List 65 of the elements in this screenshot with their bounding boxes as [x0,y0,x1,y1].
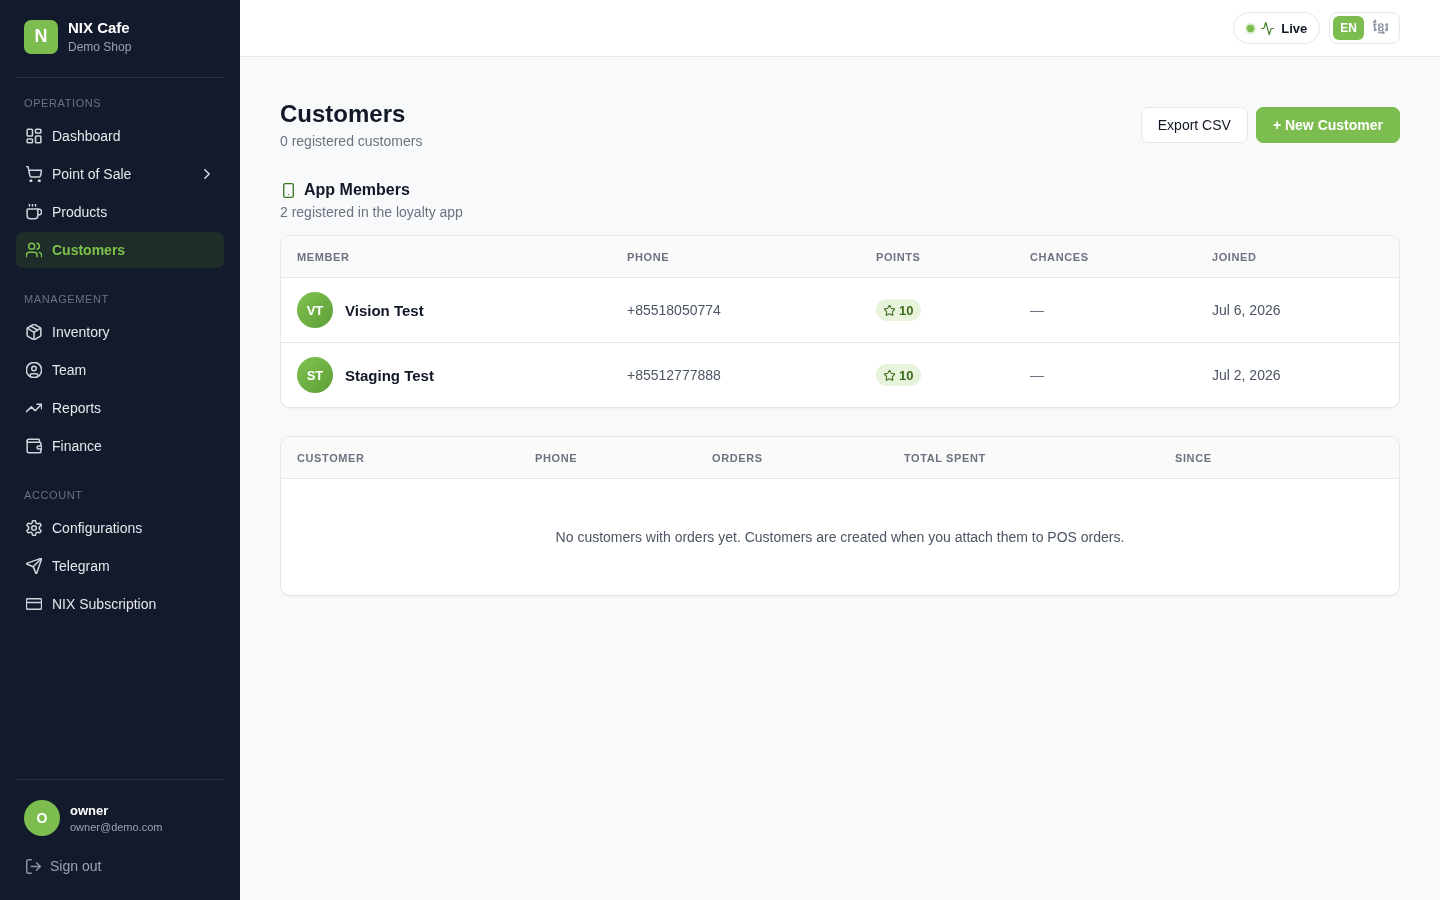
nav-item[interactable]: Team [16,352,224,388]
live-label: Live [1281,20,1308,36]
section-subtitle: 2 registered in the loyalty app [280,203,464,222]
column-header: POINTS [876,250,921,263]
user-email: owner@demo.com [70,819,163,835]
column-header: MEMBER [297,250,350,263]
phone-icon [283,182,294,198]
chevron-right-icon [204,169,210,179]
cup-icon [26,204,42,220]
member-name: Vision Test [345,301,424,319]
card-icon [26,596,42,612]
member-name: Staging Test [345,366,434,384]
nav-section-title: OPERATIONS [23,96,103,110]
trend-line-icon [26,400,42,416]
box-icon [26,324,42,340]
points-value: 10 [899,302,914,318]
table-cell: +85512777888 [627,367,721,383]
table-cell: — [1030,302,1044,318]
nav-item[interactable]: NIX Subscription [16,586,224,622]
table-cell: Jul 6, 2026 [1212,302,1281,318]
section-title: App Members [304,180,410,200]
column-header: PHONE [627,250,670,263]
settings-icon [26,520,42,536]
column-header: TOTAL SPENT [904,451,986,464]
star-icon [884,304,895,316]
table-cell: +85518050774 [627,302,721,318]
table-cell: — [1030,367,1044,383]
brand-logo: N [24,19,58,54]
brand-subtitle: Demo Shop [68,39,132,55]
pulse-icon [1261,21,1275,35]
nav-section-title: MANAGEMENT [23,292,110,306]
nav-item[interactable]: Point of Sale [16,156,224,192]
user-avatar: O [24,800,60,836]
users-icon [26,242,42,258]
points-value: 10 [899,367,914,383]
nav-item[interactable]: Dashboard [16,118,224,154]
table-cell: Jul 2, 2026 [1212,367,1281,383]
nav-section-title: ACCOUNT [23,488,84,502]
empty-state-text: No customers with orders yet. Customers are created when you attach them to POS orders. [555,529,1125,545]
member-avatar: VT [297,292,333,328]
nav-item[interactable]: Reports [16,390,224,426]
page-subtitle: 0 registered customers [280,132,423,151]
nav-item[interactable]: Customers [16,232,224,268]
cart-icon [26,166,42,182]
paper-plane-icon [26,558,42,574]
page-title: Customers [280,99,407,129]
column-header: CHANCES [1030,250,1089,263]
column-header: PHONE [535,451,578,464]
sign-out-button[interactable]: Sign out [16,852,112,880]
nav-item[interactable]: Inventory [16,314,224,350]
member-avatar: ST [297,357,333,393]
nav-item[interactable]: Products [16,194,224,230]
column-header: CUSTOMER [297,451,365,464]
column-header: SINCE [1175,451,1212,464]
nav-item[interactable]: Telegram [16,548,224,584]
export-button[interactable]: Export CSV [1140,107,1248,143]
nav-item[interactable]: Configurations [16,510,224,546]
brand-name: NIX Cafe [68,18,131,37]
nav-item[interactable]: Finance [16,428,224,464]
user-name: owner [70,801,110,819]
grid-icon [26,128,42,144]
column-header: JOINED [1212,250,1257,263]
wallet-icon [26,438,42,454]
column-header: ORDERS [712,451,763,464]
star-icon [884,369,895,381]
